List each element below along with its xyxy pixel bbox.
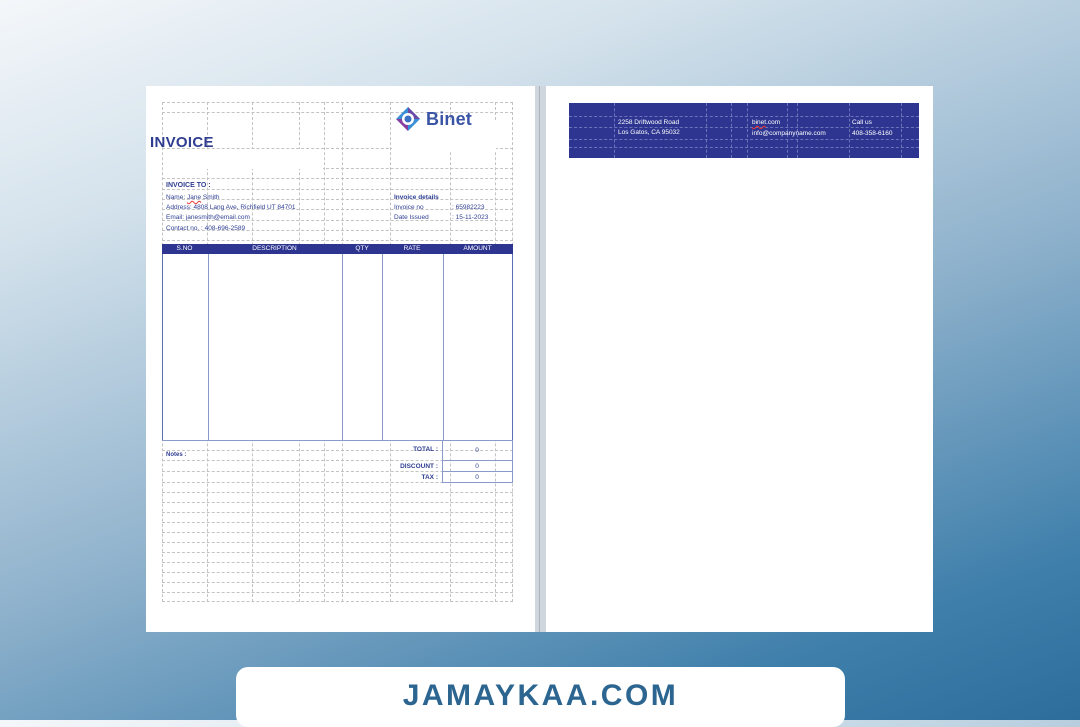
invoice-no-value: : 65982223 <box>452 204 485 211</box>
col-amount: AMOUNT <box>463 245 492 252</box>
col-rate: RATE <box>403 245 421 252</box>
name-first: Jane <box>186 194 202 201</box>
tax-value: 0 <box>475 474 479 481</box>
bill-to-heading: INVOICE TO : <box>166 182 211 189</box>
customer-email: Email: janesmith@email.com <box>166 214 250 221</box>
discount-label: DISCOUNT : <box>400 463 438 470</box>
invoice-page: Binet INVOICE INVOICE TO : Name: Jane Sm… <box>146 86 535 632</box>
notes-label: Notes : <box>166 452 187 458</box>
items-table-header: S.NO DESCRIPTION QTY RATE AMOUNT <box>162 244 513 254</box>
contact-footer-band: 2258 Driftwood Road Los Gatos, CA 95032 … <box>569 103 919 158</box>
name-last: Smith <box>202 194 220 201</box>
footer-website: binet.com <box>752 119 780 126</box>
footer-city: Los Gatos, CA 95032 <box>618 129 680 136</box>
tax-label: TAX : <box>421 474 439 481</box>
footer-page: 2258 Driftwood Road Los Gatos, CA 95032 … <box>546 86 933 632</box>
invoice-title: INVOICE <box>150 134 214 151</box>
footer-call-label: Call us <box>852 119 872 126</box>
col-qty: QTY <box>355 245 369 252</box>
customer-contact: Contact no. : 408-696-2589 <box>166 225 246 232</box>
footer-website-domain: binet <box>752 119 767 126</box>
page-divider <box>535 86 546 632</box>
invoice-no-label: Invoice no <box>394 204 424 211</box>
customer-name: Name: Jane Smith <box>166 194 220 201</box>
footer-website-tld: .com <box>766 119 781 126</box>
items-table-body <box>162 254 513 441</box>
col-description: DESCRIPTION <box>252 245 297 252</box>
date-issued-value: : 15-11-2023 <box>452 214 489 221</box>
invoice-details-heading: Invoice details <box>394 194 439 201</box>
customer-address: Address: 4808 Lang Ave, Richfield UT 847… <box>166 204 296 211</box>
logo-wordmark: Binet <box>426 108 472 129</box>
name-prefix: Name: <box>166 194 186 201</box>
discount-value: 0 <box>475 463 479 470</box>
footer-street: 2258 Driftwood Road <box>618 119 680 126</box>
company-logo: Binet <box>394 104 494 134</box>
date-issued-label: Date Issued <box>394 214 429 221</box>
total-label: TOTAL : <box>413 446 438 453</box>
total-value: 0 <box>475 447 479 454</box>
site-banner: JAMAYKAA.COM <box>236 667 845 727</box>
footer-email: info@companyname.com <box>752 130 826 137</box>
col-sno: S.NO <box>176 245 193 252</box>
footer-phone: 408-358-6160 <box>852 130 893 137</box>
site-banner-text: JAMAYKAA.COM <box>402 679 679 712</box>
binet-logo-icon <box>396 107 420 131</box>
